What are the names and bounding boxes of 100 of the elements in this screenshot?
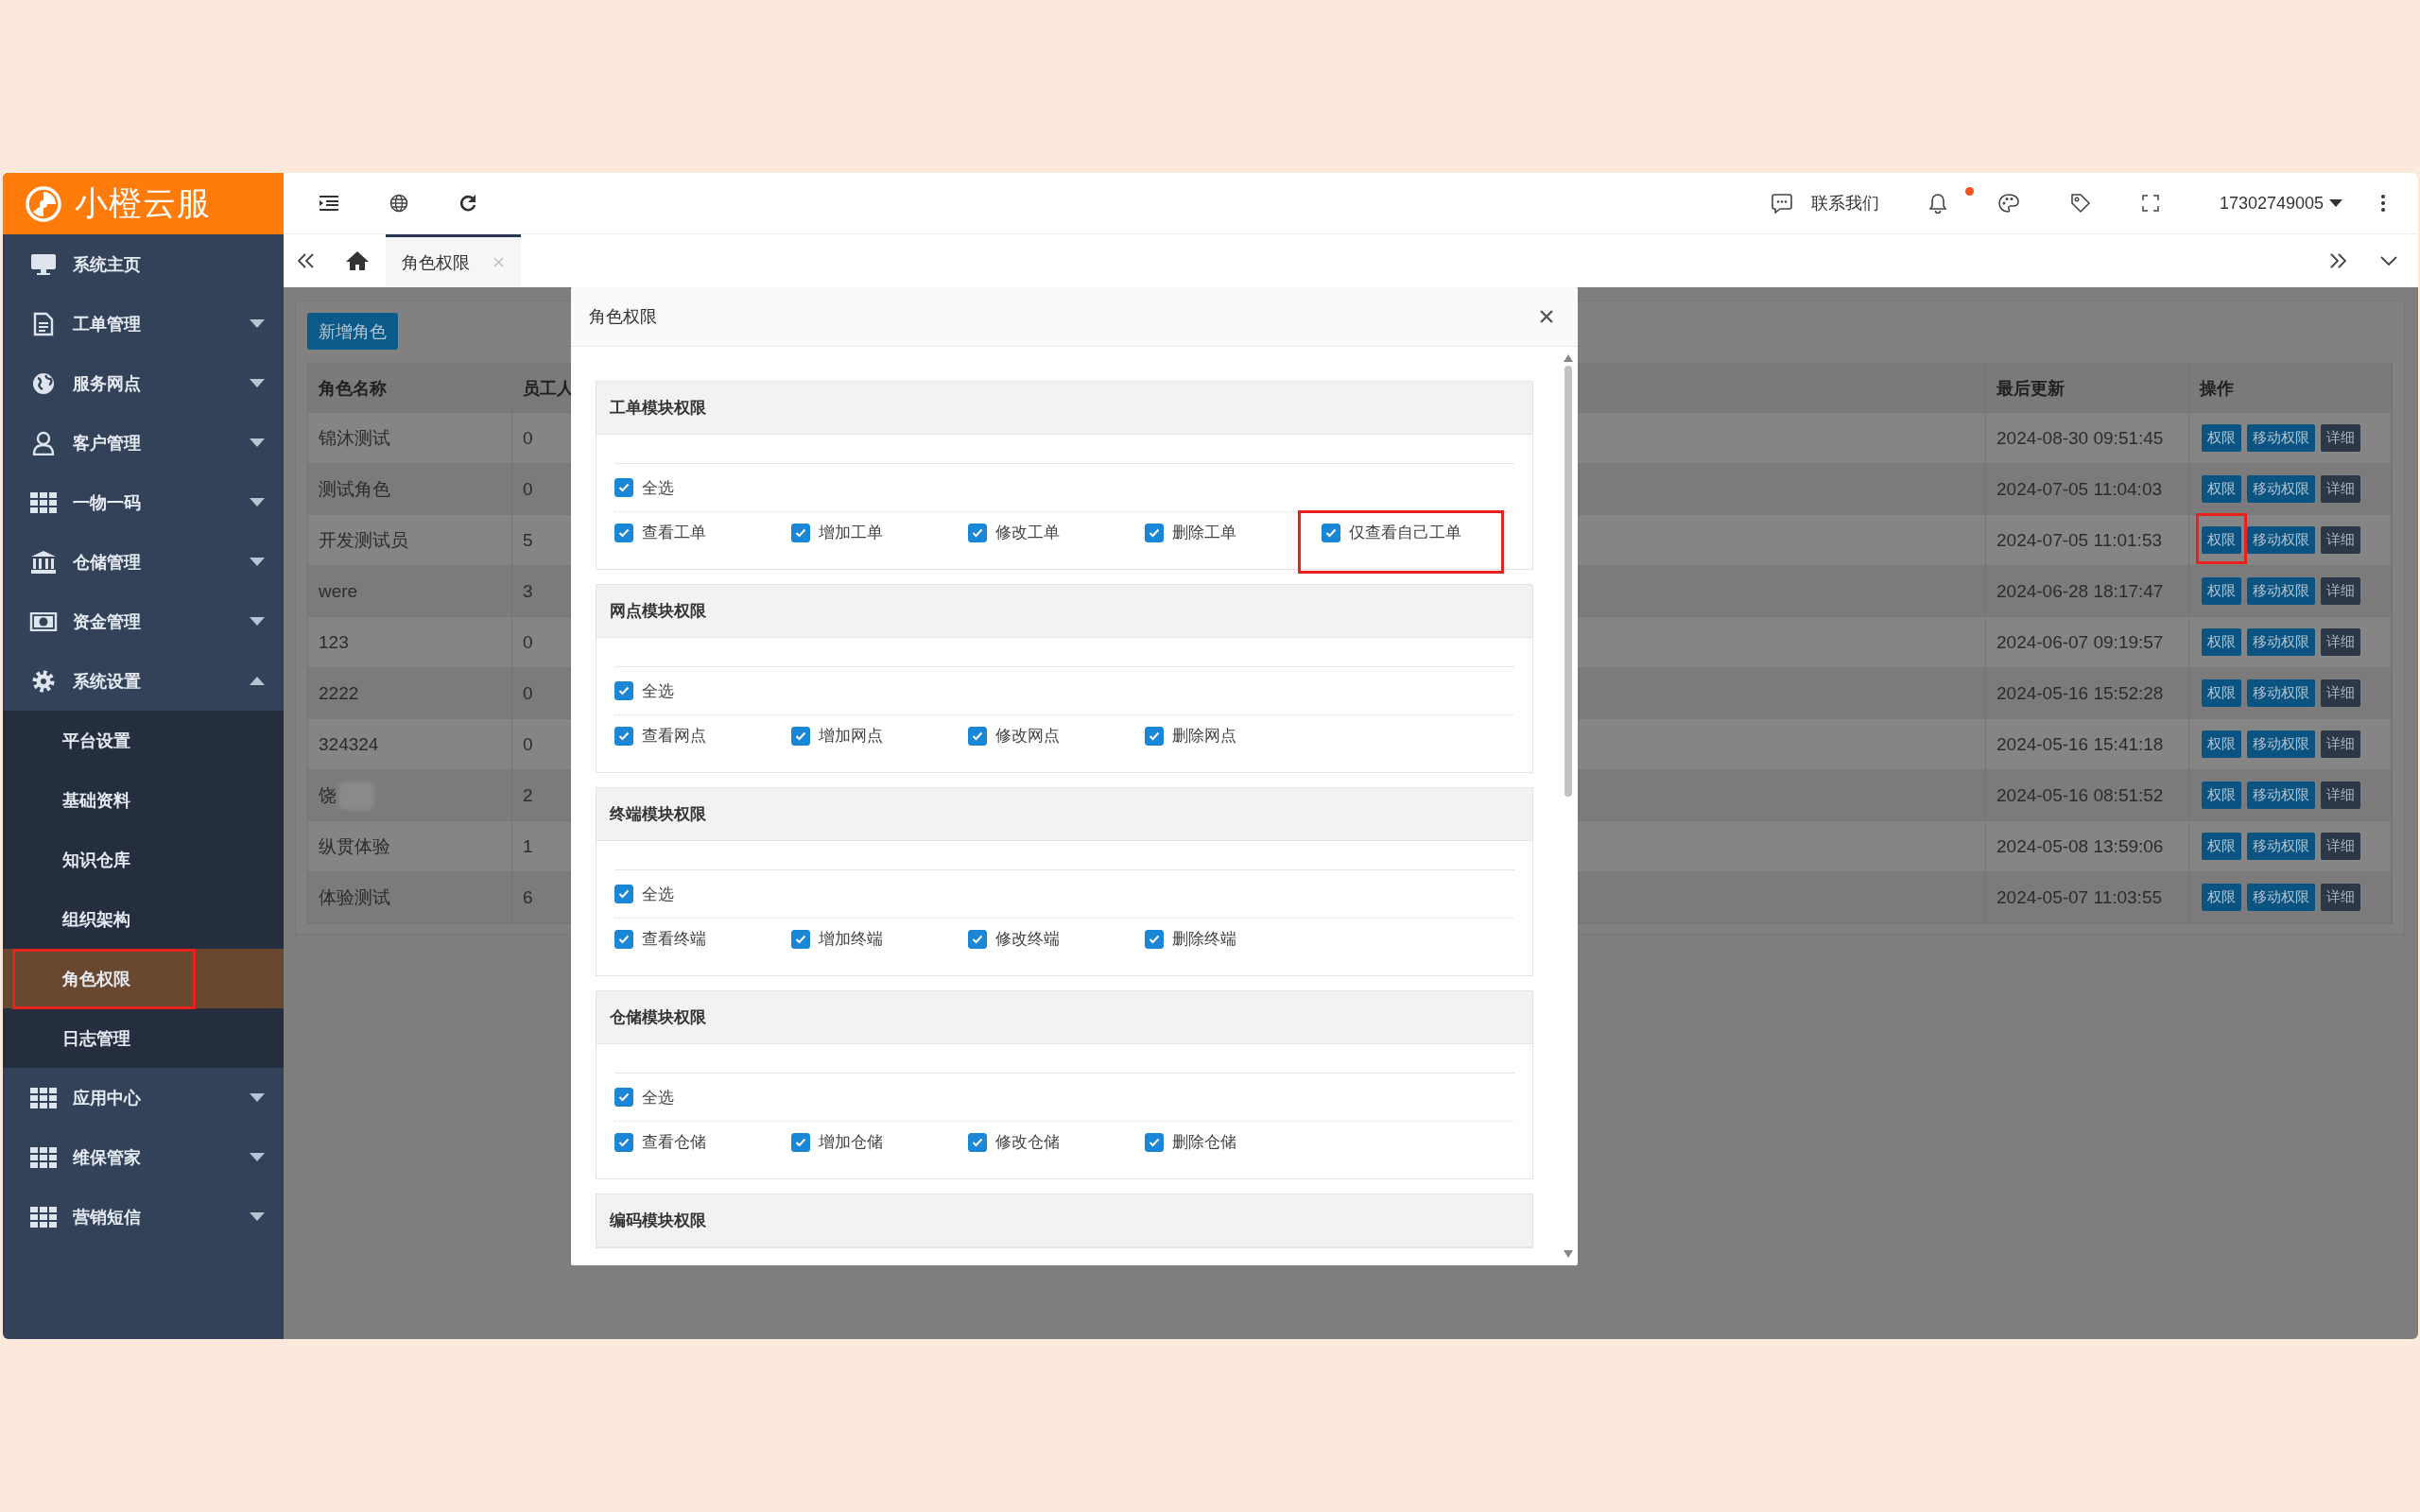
checkbox[interactable]: [968, 523, 987, 542]
menu-item[interactable]: 应用中心: [3, 1068, 284, 1127]
details-button[interactable]: 详细: [2321, 679, 2360, 707]
checkbox[interactable]: [1322, 523, 1340, 542]
submenu-item[interactable]: 日志管理: [3, 1008, 284, 1068]
check-icon: [618, 730, 630, 741]
checkbox[interactable]: [968, 726, 987, 746]
table-cell: 2024-07-05 11:04:03: [1996, 478, 2163, 500]
tag-icon[interactable]: [2069, 193, 2091, 214]
table-cell: 0: [523, 478, 533, 500]
scroll-left-icon[interactable]: [298, 253, 315, 268]
permission-button[interactable]: 移动权限: [2247, 782, 2315, 809]
table-cell: 0: [523, 733, 533, 755]
permission-button[interactable]: 权限: [2202, 577, 2241, 605]
details-button[interactable]: 详细: [2321, 884, 2360, 911]
checkbox[interactable]: [791, 1132, 810, 1152]
checkbox[interactable]: [614, 681, 633, 700]
checkbox[interactable]: [968, 929, 987, 949]
checkbox[interactable]: [1145, 1132, 1164, 1152]
checkbox[interactable]: [791, 726, 810, 746]
details-button[interactable]: 详细: [2321, 833, 2360, 860]
menu-item[interactable]: 资金管理: [3, 592, 284, 651]
checkbox[interactable]: [614, 478, 633, 497]
menu-item[interactable]: 营销短信: [3, 1187, 284, 1246]
contact-link[interactable]: 联系我们: [1810, 192, 1879, 215]
permission-button[interactable]: 移动权限: [2247, 679, 2315, 707]
more-icon[interactable]: [2380, 194, 2386, 213]
menu-item[interactable]: 仓储管理: [3, 532, 284, 592]
checkbox[interactable]: [791, 929, 810, 949]
table-cell: 2024-06-07 09:19:57: [1996, 631, 2164, 653]
user-menu[interactable]: 17302749005: [2219, 193, 2324, 214]
permission-button[interactable]: 权限: [2202, 526, 2241, 554]
menu-icon[interactable]: [319, 195, 339, 212]
permission-button[interactable]: 移动权限: [2247, 577, 2315, 605]
submenu-item[interactable]: 知识仓库: [3, 830, 284, 889]
permission-button[interactable]: 移动权限: [2247, 475, 2315, 503]
scroll-down-icon[interactable]: [1564, 1250, 1573, 1258]
details-button[interactable]: 详细: [2321, 628, 2360, 656]
permission-button[interactable]: 权限: [2202, 782, 2241, 809]
permission-button[interactable]: 权限: [2202, 884, 2241, 911]
menu-item[interactable]: 系统设置: [3, 651, 284, 711]
checkbox[interactable]: [1145, 523, 1164, 542]
logo-icon: [26, 185, 61, 222]
submenu-item[interactable]: 平台设置: [3, 711, 284, 770]
globe-icon[interactable]: [389, 194, 408, 213]
permission-button[interactable]: 权限: [2202, 628, 2241, 656]
menu-item[interactable]: 系统主页: [3, 234, 284, 294]
permission-button[interactable]: 权限: [2202, 679, 2241, 707]
checkbox[interactable]: [614, 1132, 633, 1152]
details-button[interactable]: 详细: [2321, 730, 2360, 758]
checkbox[interactable]: [614, 929, 633, 949]
check-icon: [1149, 1137, 1160, 1147]
menu-item[interactable]: 维保管家: [3, 1127, 284, 1187]
permission-button[interactable]: 权限: [2202, 475, 2241, 503]
submenu-item[interactable]: 组织架构: [3, 889, 284, 949]
home-icon[interactable]: [345, 250, 370, 271]
add-role-button[interactable]: 新增角色: [307, 313, 398, 350]
permission-button[interactable]: 移动权限: [2247, 628, 2315, 656]
checkbox[interactable]: [968, 1132, 987, 1152]
details-button[interactable]: 详细: [2321, 577, 2360, 605]
palette-icon[interactable]: [1997, 194, 2019, 213]
scroll-up-icon[interactable]: [1564, 354, 1573, 362]
scroll-right-icon[interactable]: [2329, 253, 2346, 268]
menu-item[interactable]: 客户管理: [3, 413, 284, 472]
checkbox[interactable]: [614, 885, 633, 903]
check-icon: [972, 1137, 983, 1147]
chevron-down-icon[interactable]: [2380, 256, 2397, 266]
checkbox[interactable]: [614, 1088, 633, 1107]
menu-item[interactable]: 工单管理: [3, 294, 284, 353]
permission-button[interactable]: 移动权限: [2247, 884, 2315, 911]
menu-item[interactable]: 服务网点: [3, 353, 284, 413]
details-button[interactable]: 详细: [2321, 475, 2360, 503]
details-button[interactable]: 详细: [2321, 782, 2360, 809]
permission-button[interactable]: 移动权限: [2247, 526, 2315, 554]
permission-button[interactable]: 移动权限: [2247, 424, 2315, 452]
permission-button[interactable]: 权限: [2202, 730, 2241, 758]
menu-item[interactable]: 一物一码: [3, 472, 284, 532]
permission-button[interactable]: 移动权限: [2247, 833, 2315, 860]
checkbox[interactable]: [614, 726, 633, 746]
refresh-icon[interactable]: [458, 194, 477, 213]
permission-button[interactable]: 权限: [2202, 833, 2241, 860]
checkbox-label: 删除终端: [1172, 929, 1236, 950]
details-button[interactable]: 详细: [2321, 424, 2360, 452]
bell-icon[interactable]: [1927, 193, 1947, 214]
tab[interactable]: 角色权限: [386, 234, 521, 287]
table-cell: 2024-05-07 11:03:55: [1996, 886, 2163, 908]
checkbox[interactable]: [791, 523, 810, 542]
submenu-item[interactable]: 角色权限: [3, 949, 284, 1008]
details-button[interactable]: 详细: [2321, 526, 2360, 554]
submenu-item[interactable]: 基础资料: [3, 770, 284, 830]
checkbox[interactable]: [1145, 726, 1164, 746]
permission-button[interactable]: 移动权限: [2247, 730, 2315, 758]
permission-button[interactable]: 权限: [2202, 424, 2241, 452]
fullscreen-icon[interactable]: [2141, 195, 2159, 212]
table-cell: 3: [523, 580, 533, 602]
checkbox[interactable]: [614, 523, 633, 542]
scrollbar[interactable]: [1564, 354, 1573, 1258]
checkbox[interactable]: [1145, 929, 1164, 949]
chat-icon[interactable]: [1771, 193, 1792, 214]
close-icon[interactable]: [1539, 309, 1554, 324]
